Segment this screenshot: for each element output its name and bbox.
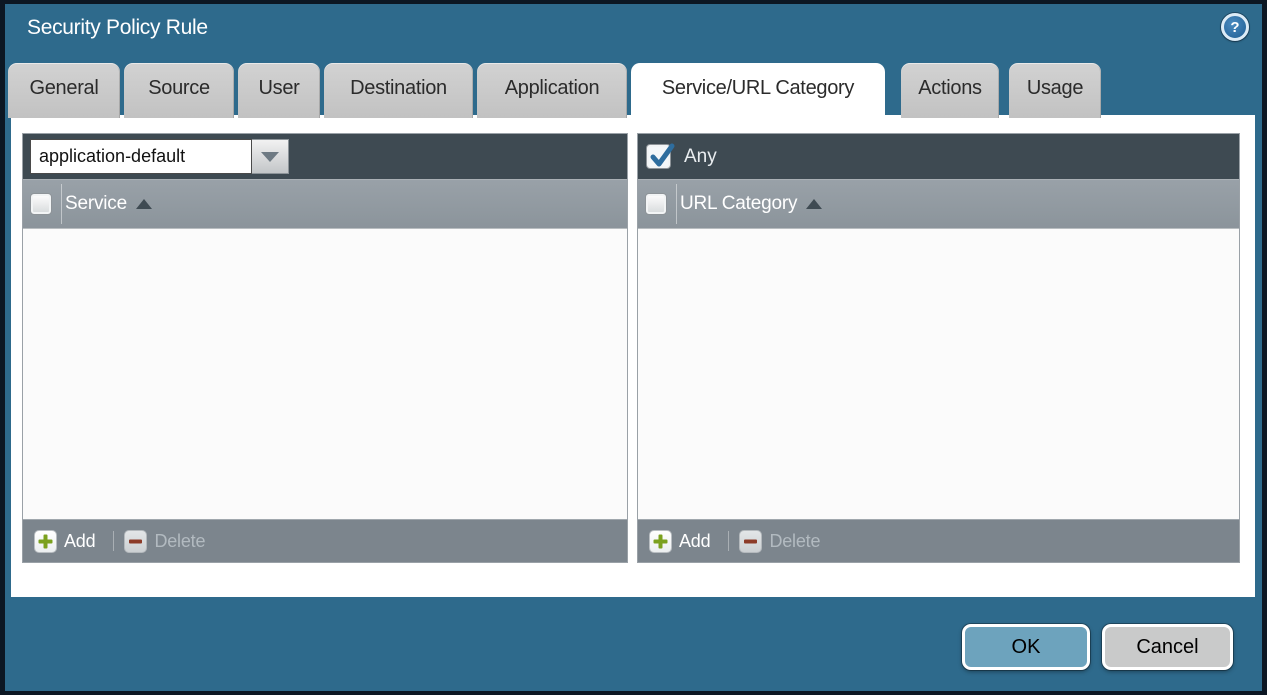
cancel-button[interactable]: Cancel (1102, 624, 1233, 670)
service-table-header: Service (23, 179, 627, 228)
toolbar-divider (113, 531, 114, 551)
sort-ascending-icon (136, 199, 152, 209)
minus-icon (124, 530, 147, 553)
help-question-glyph: ? (1230, 19, 1239, 36)
url-category-panel-toolbar: Any (638, 134, 1239, 179)
service-type-input[interactable]: application-default (30, 139, 252, 174)
url-category-select-all-checkbox[interactable] (645, 193, 667, 215)
minus-icon (739, 530, 762, 553)
any-checkbox[interactable] (646, 144, 671, 169)
tab-service-url-category[interactable]: Service/URL Category (631, 63, 885, 118)
url-category-delete-button[interactable]: Delete (739, 530, 820, 553)
url-category-table-body[interactable] (638, 228, 1239, 519)
service-select-all-checkbox[interactable] (30, 193, 52, 215)
service-delete-button[interactable]: Delete (124, 530, 205, 553)
tab-application[interactable]: Application (477, 63, 627, 118)
service-table-body[interactable] (23, 228, 627, 519)
sort-ascending-icon (806, 199, 822, 209)
service-type-dropdown-button[interactable] (252, 139, 289, 174)
tab-bar: General Source User Destination Applicat… (8, 63, 1105, 118)
url-category-panel: Any URL Category Add (637, 133, 1240, 563)
ok-button[interactable]: OK (962, 624, 1090, 670)
help-icon[interactable]: ? (1221, 13, 1249, 41)
add-button-label: Add (64, 531, 95, 552)
service-type-combobox: application-default (30, 139, 289, 174)
tab-user[interactable]: User (238, 63, 320, 118)
tab-general[interactable]: General (8, 63, 120, 118)
security-policy-rule-dialog: Security Policy Rule ? General Source Us… (0, 0, 1267, 695)
delete-button-label: Delete (769, 531, 820, 552)
any-checkbox-label: Any (684, 146, 717, 168)
tab-destination[interactable]: Destination (324, 63, 473, 118)
chevron-down-icon (261, 152, 279, 162)
service-panel-toolbar: application-default (23, 134, 627, 179)
url-category-add-button[interactable]: Add (649, 530, 710, 553)
column-divider (61, 184, 62, 224)
url-category-table-header: URL Category (638, 179, 1239, 228)
plus-icon (649, 530, 672, 553)
add-button-label: Add (679, 531, 710, 552)
plus-icon (34, 530, 57, 553)
tab-usage[interactable]: Usage (1009, 63, 1101, 118)
column-divider (676, 184, 677, 224)
toolbar-divider (728, 531, 729, 551)
tab-source[interactable]: Source (124, 63, 234, 118)
service-panel: application-default Service Add (22, 133, 628, 563)
service-panel-footer: Add Delete (23, 519, 627, 562)
service-column-header[interactable]: Service (65, 193, 127, 215)
service-add-button[interactable]: Add (34, 530, 95, 553)
dialog-title: Security Policy Rule (27, 16, 208, 40)
tab-actions[interactable]: Actions (901, 63, 999, 118)
url-category-column-header[interactable]: URL Category (680, 193, 797, 215)
delete-button-label: Delete (154, 531, 205, 552)
url-category-panel-footer: Add Delete (638, 519, 1239, 562)
